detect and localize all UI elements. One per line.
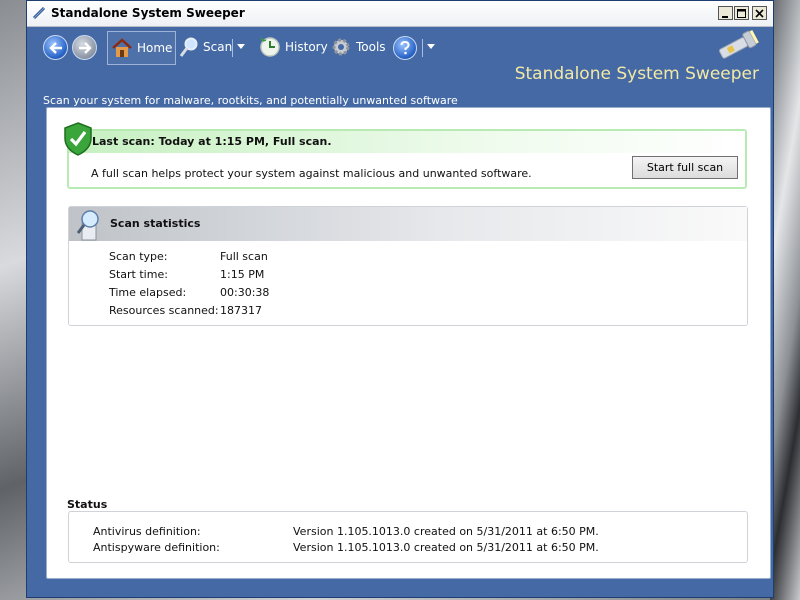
window-title: Standalone System Sweeper [51,6,245,20]
stat-label: Resources scanned: [109,304,219,317]
last-scan-panel: Last scan: Today at 1:15 PM, Full scan. … [67,129,747,189]
scan-dropdown-arrow[interactable] [237,44,245,49]
help-dropdown-arrow[interactable] [427,44,435,49]
brand-name: Standalone System Sweeper [515,64,759,84]
status-label: Antispyware definition: [93,541,220,554]
history-button[interactable]: History [256,31,331,63]
scan-label: Scan [203,40,232,54]
stat-value: 1:15 PM [220,268,264,281]
app-window: Standalone System Sweeper Home [26,0,774,598]
flashlight-icon [713,29,761,63]
stat-label: Start time: [109,268,219,281]
scan-magnifier-icon [74,209,104,241]
scan-statistics-header: Scan statistics [69,207,747,241]
minimize-icon [721,9,730,18]
home-label: Home [137,41,172,55]
forward-arrow-icon [78,42,92,54]
history-clock-icon [259,36,281,58]
scan-statistics-heading: Scan statistics [110,217,200,230]
history-label: History [285,40,328,54]
status-value: Version 1.105.1013.0 created on 5/31/201… [293,541,599,554]
status-label: Antivirus definition: [93,525,201,538]
minimize-button[interactable] [718,6,733,20]
stat-label: Time elapsed: [109,286,219,299]
green-shield-check-icon [63,122,93,156]
main-content: Last scan: Today at 1:15 PM, Full scan. … [46,107,771,579]
close-icon [755,9,764,18]
help-icon [399,41,411,55]
start-full-scan-button[interactable]: Start full scan [632,156,738,179]
home-icon [111,37,133,59]
stat-label: Scan type: [109,250,219,263]
gear-icon [330,36,352,58]
tools-label: Tools [356,40,386,54]
scan-separator [232,39,233,57]
status-value: Version 1.105.1013.0 created on 5/31/201… [293,525,599,538]
home-button[interactable]: Home [107,31,176,65]
last-scan-heading: Last scan: Today at 1:15 PM, Full scan. [92,135,332,148]
stat-value: Full scan [220,250,268,263]
help-separator [422,39,423,57]
maximize-icon [737,9,746,18]
title-bar[interactable]: Standalone System Sweeper [27,1,773,27]
tools-button[interactable]: Tools [327,31,389,63]
scan-statistics-panel: Scan statistics Scan type: Full scan Sta… [68,206,748,326]
desktop-background [770,0,800,600]
last-scan-description: A full scan helps protect your system ag… [91,167,532,180]
page-subtitle: Scan your system for malware, rootkits, … [43,94,458,107]
scan-button[interactable]: Scan [176,31,235,63]
maximize-button[interactable] [734,6,749,20]
stat-value: 00:30:38 [220,286,269,299]
help-button[interactable] [393,36,417,60]
forward-button[interactable] [72,35,97,60]
close-button[interactable] [752,6,767,20]
back-arrow-icon [49,42,63,54]
magnifier-icon [179,36,199,58]
stat-value: 187317 [220,304,262,317]
status-panel: Antivirus definition: Version 1.105.1013… [68,511,748,563]
last-scan-header: Last scan: Today at 1:15 PM, Full scan. [69,131,745,153]
back-button[interactable] [43,35,68,60]
sweeper-app-icon [31,5,47,21]
status-heading: Status [67,498,107,511]
